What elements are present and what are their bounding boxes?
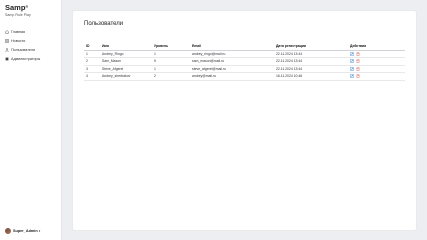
row-actions [350, 66, 403, 71]
edit-icon[interactable] [350, 66, 354, 71]
brand[interactable]: Samp® Samp Role Play [5, 4, 31, 18]
cell-email: andrey@mail.ru [190, 72, 274, 81]
sidebar-item-home[interactable]: Главная [5, 27, 40, 36]
column-header-date: Дата регистрации [274, 42, 348, 51]
cell-date: 22.11.2024 13:44 [274, 50, 348, 58]
trash-icon[interactable] [356, 74, 360, 79]
avatar [5, 228, 11, 234]
row-actions [350, 51, 403, 56]
sidebar-item-news[interactable]: Новости [5, 36, 40, 45]
cell-id: 2 [84, 57, 100, 66]
column-header-level: Уровень [152, 42, 190, 51]
brand-trademark: ® [25, 5, 29, 9]
edit-icon[interactable] [350, 51, 354, 56]
cell-name: Steve_Afgerel [100, 65, 152, 73]
cell-name: Sam_Mason [100, 57, 152, 66]
cell-level: 1 [152, 50, 190, 58]
table-row: 2 Sam_Mason 5 sam_mason@mail.ru 22.11.20… [84, 57, 405, 66]
column-header-email: Email [190, 42, 274, 51]
content-card: Пользователи ID Имя Уровень Email Дата р… [73, 11, 416, 230]
cell-date: 22.11.2024 13:44 [274, 65, 348, 73]
cell-level: 1 [152, 65, 190, 73]
page-title: Пользователи [84, 21, 124, 27]
table-row: 4 Andrey_sherbakov 2 andrey@mail.ru 16.1… [84, 72, 405, 81]
row-actions [350, 59, 403, 64]
column-header-actions: Действия [348, 42, 405, 51]
table-header-row: ID Имя Уровень Email Дата регистрации Де… [84, 42, 405, 51]
sidebar-item-label: Новости [11, 38, 26, 43]
column-header-id: ID [84, 42, 100, 51]
sidebar-item-users[interactable]: Пользователи [5, 45, 40, 54]
cell-date: 16.11.2024 10:46 [274, 72, 348, 81]
sidebar-nav: Главная Новости Пользователи Администрат… [5, 27, 40, 63]
cell-actions [348, 65, 405, 73]
users-icon [5, 47, 9, 52]
sidebar-item-label: Главная [11, 29, 26, 34]
home-icon [5, 29, 9, 34]
caret-down-icon: ▾ [38, 229, 41, 233]
row-actions [350, 74, 403, 79]
cell-level: 5 [152, 57, 190, 66]
cell-date: 22.11.2024 13:44 [274, 57, 348, 66]
cell-email: steve_afgerel@mail.ru [190, 65, 274, 73]
news-icon [5, 38, 9, 43]
sidebar-item-admins[interactable]: Администраторы [5, 54, 40, 63]
trash-icon[interactable] [356, 59, 360, 64]
cell-id: 4 [84, 72, 100, 81]
cell-name: Andrey_sherbakov [100, 72, 152, 81]
edit-icon[interactable] [350, 74, 354, 79]
brand-subtitle: Samp Role Play [5, 13, 31, 17]
cell-id: 1 [84, 50, 100, 58]
cell-actions [348, 50, 405, 58]
cell-id: 3 [84, 65, 100, 73]
users-table: ID Имя Уровень Email Дата регистрации Де… [84, 42, 405, 81]
sidebar-item-label: Пользователи [11, 47, 36, 52]
cell-name: Andrey_Ringo [100, 50, 152, 58]
sidebar: Samp® Samp Role Play Главная Новости Пол… [0, 0, 62, 240]
cell-email: sam_mason@mail.ru [190, 57, 274, 66]
user-name: Super_Admin [13, 229, 38, 233]
trash-icon[interactable] [356, 66, 360, 71]
cell-level: 2 [152, 72, 190, 81]
cell-email: andrey_ringo@mail.ru [190, 50, 274, 58]
user-menu[interactable]: Super_Admin ▾ [5, 228, 40, 234]
table-row: 1 Andrey_Ringo 1 andrey_ringo@mail.ru 22… [84, 50, 405, 58]
trash-icon[interactable] [356, 51, 360, 56]
table-row: 3 Steve_Afgerel 1 steve_afgerel@mail.ru … [84, 65, 405, 73]
sidebar-item-label: Администраторы [11, 56, 41, 61]
cell-actions [348, 72, 405, 81]
brand-title: Samp® [5, 4, 31, 12]
admin-icon [5, 57, 9, 61]
brand-title-text: Samp [5, 3, 26, 12]
edit-icon[interactable] [350, 59, 354, 64]
cell-actions [348, 57, 405, 66]
column-header-name: Имя [100, 42, 152, 51]
